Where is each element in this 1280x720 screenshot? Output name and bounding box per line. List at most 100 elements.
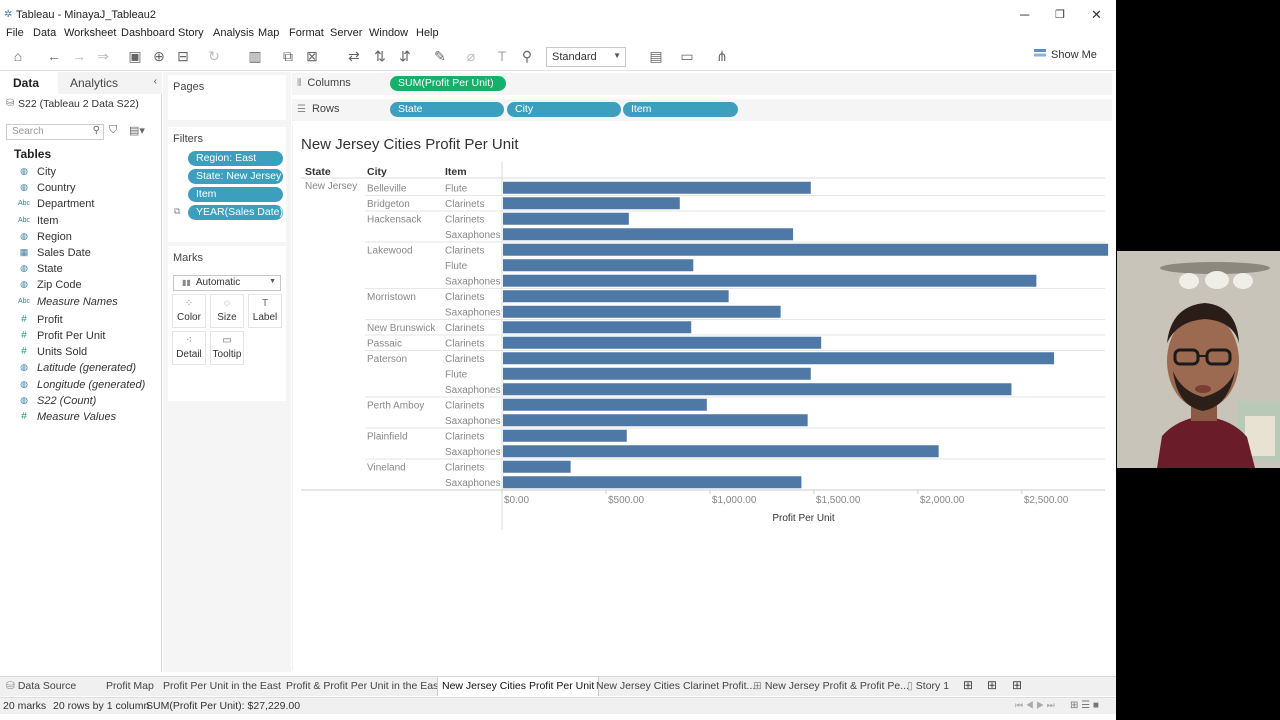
labels-icon[interactable]: T (493, 48, 511, 64)
state-label: New Jersey (305, 181, 357, 192)
tab-profit-and-ppu-east[interactable]: Profit & Profit Per Unit in the East (286, 680, 441, 692)
filter-region-pill[interactable]: Region: East (188, 151, 283, 166)
filter-state-pill[interactable]: State: New Jersey (188, 169, 283, 184)
new-story-tab-icon[interactable]: ⊞ (1012, 678, 1022, 692)
replay-icon[interactable]: ⇒ (94, 48, 112, 65)
field-item[interactable]: ◍ Longitude (generated) (0, 378, 160, 394)
tab-nj-profit-dashboard[interactable]: ⊞ New Jersey Profit & Profit Pe... (753, 680, 909, 692)
columns-shelf[interactable]: ⦀ Columns SUM(Profit Per Unit) (292, 73, 1112, 95)
sort-descending-icon[interactable]: ⇵ (396, 48, 414, 65)
bar (503, 476, 802, 489)
highlight-icon[interactable]: ✎ (431, 48, 449, 65)
menu-worksheet[interactable]: Worksheet (64, 27, 116, 39)
menu-server[interactable]: Server (330, 27, 362, 39)
menu-map[interactable]: Map (258, 27, 279, 39)
field-item[interactable]: ◍ Country (0, 181, 160, 197)
marks-detail-button[interactable]: ⁖ Detail (172, 331, 206, 365)
show-me-button[interactable]: Show Me (1034, 49, 1097, 61)
detail-icon: ⁖ (186, 335, 192, 346)
pause-updates-icon[interactable]: ⊟ (174, 48, 192, 65)
city-label: Bridgeton (367, 199, 410, 210)
field-item[interactable]: ◍ State (0, 262, 160, 278)
filter-item-pill[interactable]: Item (188, 187, 283, 202)
redo-icon[interactable]: → (70, 48, 88, 64)
field-item[interactable]: # Units Sold (0, 345, 160, 361)
new-worksheet-tab-icon[interactable]: ⊞ (963, 678, 973, 692)
presentation-mode-icon[interactable]: ▭ (678, 48, 696, 65)
tab-nj-clarinet-profit[interactable]: New Jersey Cities Clarinet Profit... (596, 680, 755, 692)
maximize-icon[interactable]: ❐ (1055, 8, 1065, 21)
view-mode-icon[interactable]: ⊞ ☰ ■ (1070, 700, 1099, 711)
rows-shelf[interactable]: ☰ Rows State City Item (292, 99, 1112, 121)
new-data-source-icon[interactable]: ⊕ (150, 48, 168, 65)
pages-card[interactable]: Pages (168, 75, 286, 120)
save-icon[interactable]: ▣ (126, 48, 144, 65)
field-item[interactable]: ◍ Region (0, 230, 160, 246)
tab-nj-cities-ppu[interactable]: New Jersey Cities Profit Per Unit (437, 677, 600, 696)
field-item[interactable]: ◍ S22 (Count) (0, 394, 160, 410)
menu-dashboard[interactable]: Dashboard (121, 27, 175, 39)
field-item[interactable]: ◍ City (0, 165, 160, 181)
duplicate-sheet-icon[interactable]: ⧉ (279, 48, 297, 65)
marks-tooltip-button[interactable]: ▭ Tooltip (210, 331, 244, 365)
field-item[interactable]: Abc Measure Names (0, 295, 160, 311)
field-search-input[interactable]: Search ⚲ (6, 124, 104, 140)
tab-data-source[interactable]: ⛁ Data Source (6, 680, 76, 692)
menu-window[interactable]: Window (369, 27, 408, 39)
menu-analysis[interactable]: Analysis (213, 27, 254, 39)
new-dashboard-tab-icon[interactable]: ⊞ (987, 678, 997, 692)
rows-pill-item[interactable]: Item (623, 102, 738, 117)
group-icon[interactable]: ⌀ (462, 48, 480, 65)
view-options-icon[interactable]: ▤▾ (129, 124, 145, 137)
menu-help[interactable]: Help (416, 27, 439, 39)
new-worksheet-icon[interactable]: ▥ (246, 48, 264, 65)
tab-profit-per-unit-east[interactable]: Profit Per Unit in the East (163, 680, 281, 692)
rows-pill-city[interactable]: City (507, 102, 621, 117)
marks-color-button[interactable]: ⁘ Color (172, 294, 206, 328)
menu-data[interactable]: Data (33, 27, 56, 39)
field-item[interactable]: ▦ Sales Date (0, 246, 160, 262)
collapse-pane-icon[interactable]: ‹ (154, 76, 157, 87)
tab-analytics[interactable]: Analytics (58, 72, 162, 94)
field-item[interactable]: # Profit (0, 313, 160, 329)
menu-format[interactable]: Format (289, 27, 324, 39)
filters-card[interactable]: Filters Region: East State: New Jersey I… (168, 127, 286, 242)
field-item[interactable]: Abc Department (0, 197, 160, 213)
home-icon[interactable]: ⌂ (9, 48, 27, 64)
menu-story[interactable]: Story (178, 27, 204, 39)
undo-icon[interactable]: ← (45, 48, 63, 64)
pages-heading: Pages (173, 81, 205, 93)
minimize-icon[interactable]: ─ (1020, 7, 1029, 22)
pin-axis-icon[interactable]: ⚲ (518, 48, 536, 65)
marks-size-button[interactable]: ◌ Size (210, 294, 244, 328)
fit-dropdown[interactable]: Standard ▼ (546, 47, 626, 67)
field-item[interactable]: # Measure Values (0, 410, 160, 426)
mark-type-dropdown[interactable]: ▮▮ Automatic ▼ (173, 275, 281, 291)
field-item[interactable]: Abc Item (0, 214, 160, 230)
tab-data[interactable]: Data (0, 72, 58, 94)
menu-file[interactable]: File (6, 27, 24, 39)
marks-label-button[interactable]: T Label (248, 294, 282, 328)
data-source-name[interactable]: S22 (Tableau 2 Data S22) (18, 98, 139, 110)
field-item[interactable]: ◍ Zip Code (0, 278, 160, 294)
tooltip-icon: ▭ (222, 335, 232, 346)
sheet-nav-icon[interactable]: ⏮ ◀ ▶ ⏭ (1015, 700, 1055, 711)
field-item[interactable]: # Profit Per Unit (0, 329, 160, 345)
city-label: Perth Amboy (367, 400, 424, 411)
bar (503, 243, 1109, 256)
filter-fields-icon[interactable]: ⛉ (109, 124, 117, 137)
columns-pill-profit-per-unit[interactable]: SUM(Profit Per Unit) (390, 76, 506, 91)
tab-story-1[interactable]: ▯ Story 1 (907, 680, 949, 692)
filter-year-pill[interactable]: YEAR(Sales Date) (188, 205, 283, 220)
rows-pill-state[interactable]: State (390, 102, 504, 117)
share-icon[interactable]: ⋔ (713, 48, 731, 65)
tab-profit-map[interactable]: Profit Map (106, 680, 154, 692)
refresh-icon[interactable]: ↻ (205, 48, 223, 65)
sort-ascending-icon[interactable]: ⇅ (371, 48, 389, 65)
close-icon[interactable]: ✕ (1091, 7, 1102, 23)
field-item[interactable]: ◍ Latitude (generated) (0, 361, 160, 377)
show-cards-icon[interactable]: ▤ (647, 48, 665, 65)
swap-rows-columns-icon[interactable]: ⇄ (345, 48, 363, 65)
clear-sheet-icon[interactable]: ⊠ (303, 48, 321, 65)
title-bar: ✲ Tableau - MinayaJ_Tableau2 ─ ❐ ✕ (0, 7, 1116, 25)
